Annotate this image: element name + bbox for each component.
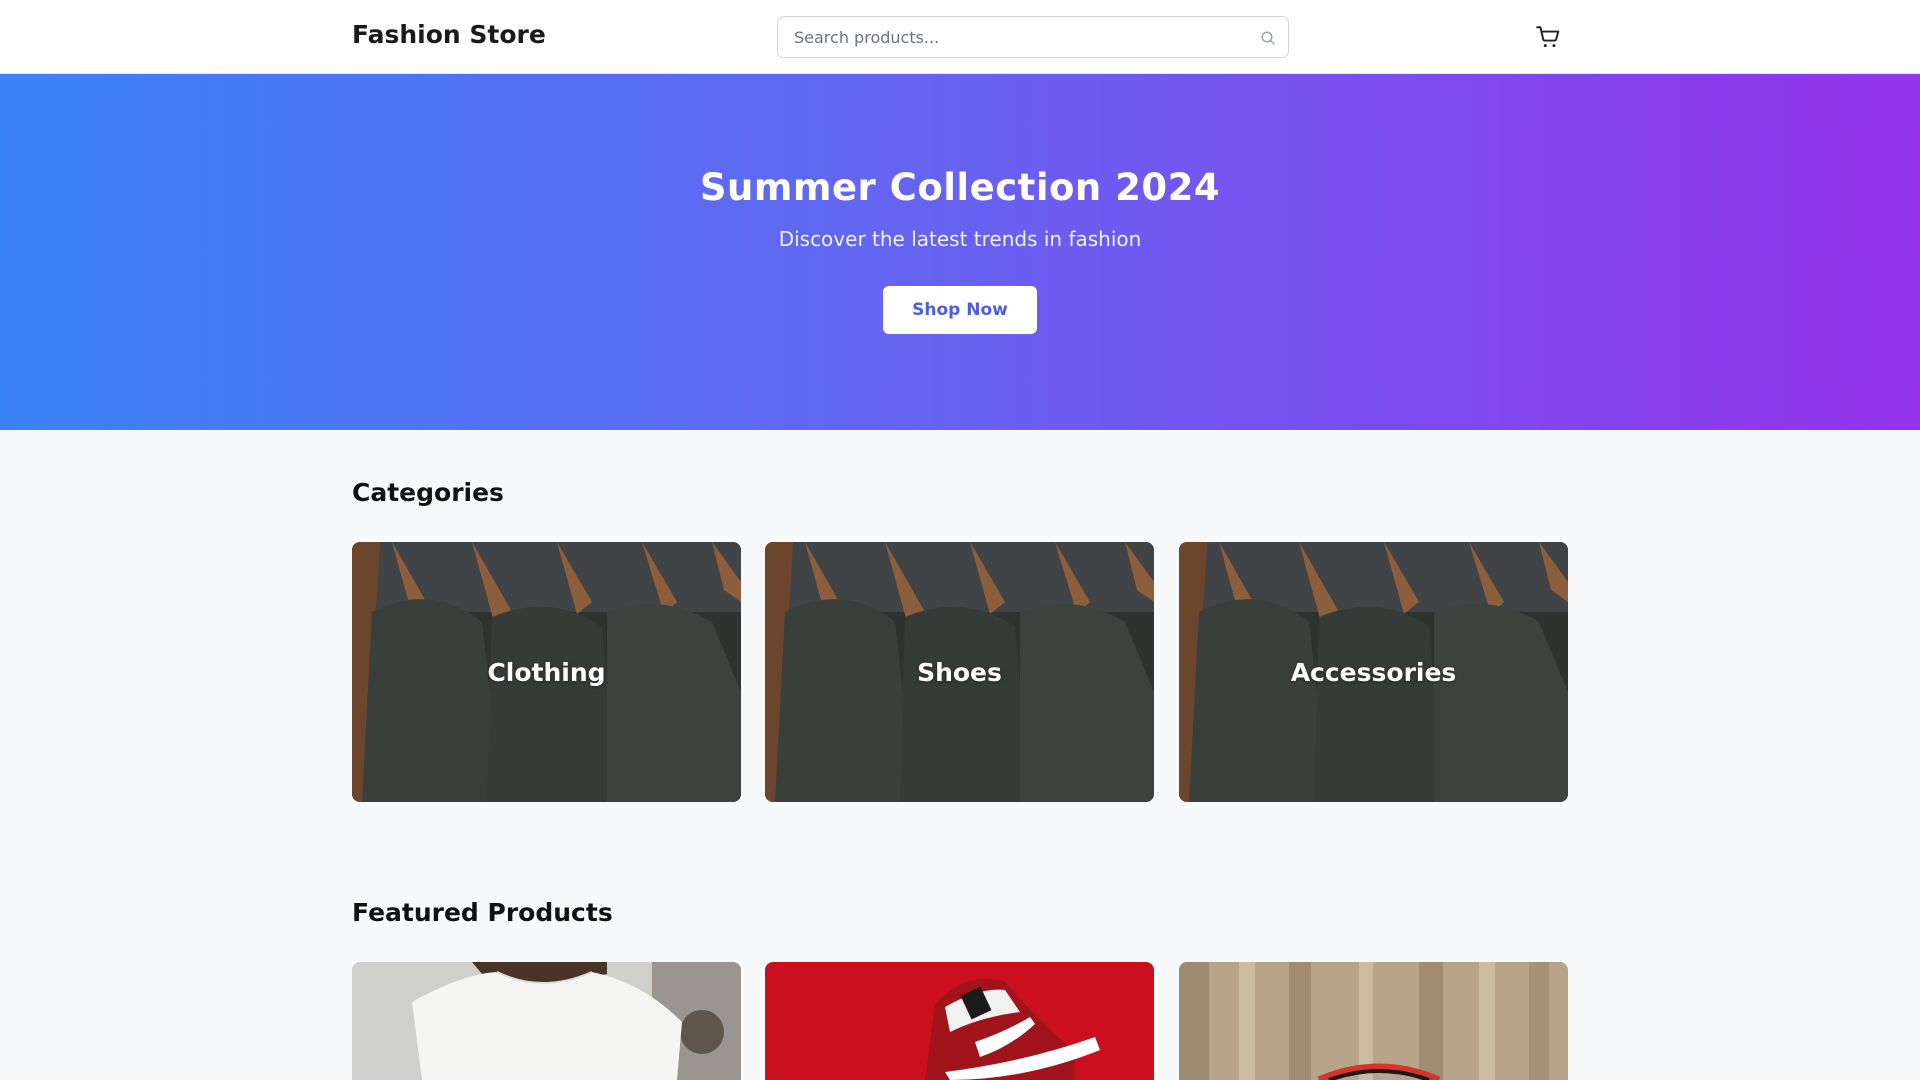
category-card-shoes[interactable]: Shoes [765, 542, 1154, 802]
category-label: Accessories [1290, 657, 1457, 687]
hero-subtitle: Discover the latest trends in fashion [778, 227, 1142, 251]
search-bar[interactable] [777, 16, 1289, 58]
search-icon[interactable] [1260, 30, 1276, 46]
product-card-sneaker[interactable] [765, 962, 1154, 1080]
category-card-accessories[interactable]: Accessories [1179, 542, 1568, 802]
shop-now-button[interactable]: Shop Now [883, 286, 1037, 334]
tshirt-product-image [352, 962, 741, 1080]
store-logo[interactable]: Fashion Store [352, 20, 546, 49]
search-input[interactable] [778, 17, 1288, 57]
featured-products-title: Featured Products [352, 898, 613, 927]
product-card-tshirt[interactable] [352, 962, 741, 1080]
categories-title: Categories [352, 478, 504, 507]
category-card-clothing[interactable]: Clothing [352, 542, 741, 802]
site-header: Fashion Store [0, 0, 1920, 74]
hero-banner: Summer Collection 2024 Discover the late… [0, 74, 1920, 430]
category-label: Clothing [487, 657, 606, 687]
curtain-product-image [1179, 962, 1568, 1080]
category-label: Shoes [917, 657, 1002, 687]
hero-title: Summer Collection 2024 [699, 166, 1221, 209]
sneaker-product-image [765, 962, 1154, 1080]
cart-icon[interactable] [1535, 24, 1561, 50]
product-card-accessory[interactable] [1179, 962, 1568, 1080]
